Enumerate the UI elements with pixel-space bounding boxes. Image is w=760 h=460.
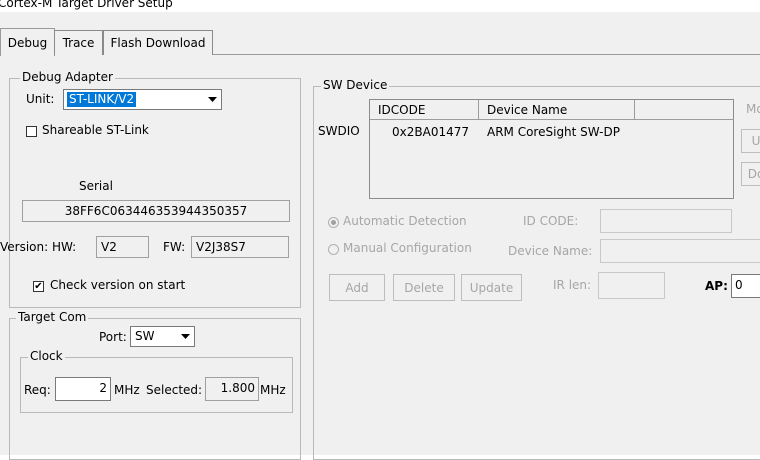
title-bar: Cortex-M Target Driver Setup [0, 0, 760, 12]
column-header-device-name[interactable]: Device Name [479, 100, 635, 120]
check-version-checkbox[interactable]: ✔ [33, 281, 44, 292]
chevron-down-icon [203, 90, 221, 109]
tab-debug-label: Debug [7, 35, 48, 50]
manual-config-label: Manual Configuration [343, 241, 472, 255]
req-label: Req: [24, 383, 51, 397]
device-name-input[interactable] [600, 239, 760, 263]
column-header-empty [635, 100, 734, 120]
auto-detect-radio[interactable] [328, 217, 339, 228]
version-hw-label: Version: HW: [0, 240, 77, 254]
id-code-input[interactable] [600, 209, 732, 233]
delete-button[interactable]: Delete [393, 274, 455, 301]
side-button-up[interactable]: U [741, 129, 760, 153]
port-select-value: SW [135, 329, 155, 343]
shareable-label: Shareable ST-Link [42, 123, 149, 137]
ap-input[interactable]: 0 [731, 274, 760, 298]
debug-adapter-label: Debug Adapter [20, 70, 115, 84]
port-select[interactable]: SW [130, 326, 195, 347]
column-header-idcode[interactable]: IDCODE [370, 100, 479, 120]
version-fw-label: FW: [163, 240, 186, 254]
tab-flash-download-label: Flash Download [110, 36, 206, 50]
checkmark-icon: ✔ [34, 280, 43, 292]
window-title: Cortex-M Target Driver Setup [0, 0, 173, 10]
debug-adapter-group [9, 78, 301, 308]
selected-unit: MHz [260, 383, 286, 397]
sw-device-list[interactable]: IDCODE Device Name 0x2BA01477 ARM CoreSi… [369, 99, 734, 199]
table-cell-idcode: 0x2BA01477 [392, 125, 469, 139]
tab-debug[interactable]: Debug [0, 28, 55, 56]
ap-label: AP: [705, 279, 728, 293]
clock-label: Clock [28, 349, 65, 363]
version-fw-field: V2J38S7 [191, 236, 289, 258]
check-version-label: Check version on start [50, 278, 186, 292]
selected-field: 1.800 [205, 377, 259, 401]
unit-label: Unit: [26, 92, 55, 106]
unit-select-value: ST-LINK/V2 [67, 92, 137, 107]
device-name-label: Device Name: [508, 244, 593, 258]
chevron-down-icon [176, 327, 194, 346]
req-unit: MHz [114, 383, 140, 397]
serial-label: Serial [79, 179, 113, 193]
tab-trace[interactable]: Trace [54, 30, 103, 55]
unit-select[interactable]: ST-LINK/V2 [63, 89, 222, 110]
version-hw-field: V2 [96, 236, 149, 258]
table-cell-device-name: ARM CoreSight SW-DP [487, 125, 620, 139]
swdio-row-header: SWDIO [318, 124, 360, 138]
radio-selected-icon [331, 220, 336, 225]
update-button[interactable]: Update [461, 274, 522, 301]
selected-label: Selected: [146, 383, 203, 397]
serial-field: 38FF6C063446353944350357 [22, 200, 290, 222]
ir-len-input[interactable] [598, 272, 665, 299]
tab-trace-label: Trace [62, 36, 95, 50]
req-input[interactable]: 2 [55, 377, 111, 401]
port-label: Port: [99, 330, 127, 344]
side-button-down[interactable]: Do [741, 162, 760, 186]
target-com-label: Target Com [16, 310, 89, 324]
table-row[interactable]: 0x2BA01477 ARM CoreSight SW-DP [370, 121, 734, 141]
sw-device-label: SW Device [321, 78, 390, 92]
auto-detect-label: Automatic Detection [343, 214, 467, 228]
shareable-checkbox[interactable] [26, 126, 37, 137]
add-button[interactable]: Add [329, 274, 385, 301]
tab-flash-download[interactable]: Flash Download [103, 30, 213, 55]
ir-len-label: IR len: [553, 278, 592, 292]
manual-config-radio[interactable] [328, 244, 339, 255]
id-code-label: ID CODE: [523, 214, 579, 228]
side-label-mo: Mo [746, 102, 760, 116]
